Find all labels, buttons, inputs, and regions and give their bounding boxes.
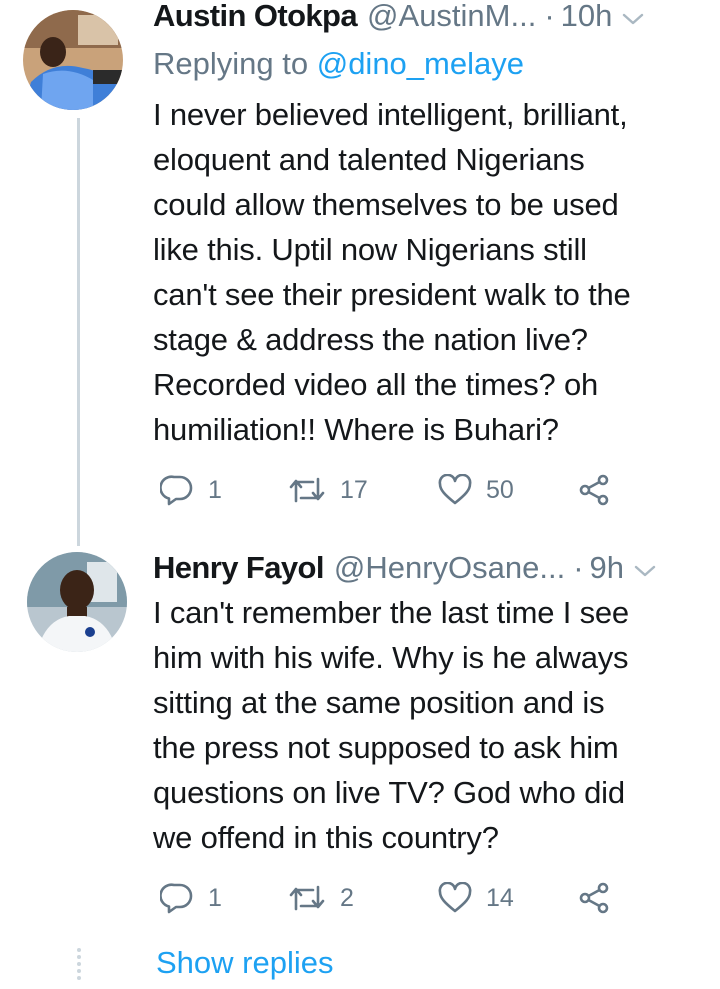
tweet-timestamp[interactable]: 10h [561, 0, 613, 36]
like-count: 14 [486, 883, 514, 912]
retweet-count: 17 [340, 475, 368, 504]
reply-icon [160, 474, 194, 506]
author-handle[interactable]: @HenryOsane... [334, 548, 565, 588]
avatar[interactable] [27, 552, 127, 652]
share-button[interactable] [578, 472, 610, 508]
retweet-button[interactable]: 2 [288, 880, 354, 916]
reply-icon [160, 882, 194, 914]
like-button[interactable]: 50 [438, 472, 514, 508]
author-name[interactable]: Henry Fayol [153, 548, 324, 588]
replying-to-mention[interactable]: @dino_melaye [317, 46, 524, 81]
replying-to-line: Replying to @dino_melaye [153, 44, 524, 84]
tweet-actions: 1 2 14 [160, 880, 620, 916]
share-icon [578, 882, 610, 914]
chevron-down-icon[interactable] [634, 548, 656, 588]
avatar[interactable] [23, 10, 123, 110]
share-icon [578, 474, 610, 506]
tweet-timestamp[interactable]: 9h [590, 548, 624, 588]
avatar-photo-image [23, 10, 123, 110]
reply-button[interactable]: 1 [160, 472, 222, 508]
tweet-actions: 1 17 50 [160, 472, 620, 508]
separator-dot: · [544, 0, 555, 33]
tweet-header: Austin Otokpa @AustinM... · 10h [153, 0, 708, 36]
more-replies-dots [75, 948, 82, 983]
tweet-text: I can't remember the last time I see him… [153, 595, 629, 855]
author-name[interactable]: Austin Otokpa [153, 0, 358, 36]
reply-count: 1 [208, 883, 222, 912]
chevron-down-icon[interactable] [622, 0, 644, 36]
retweet-icon [288, 883, 326, 913]
like-icon [438, 474, 472, 506]
thread-connector-line [77, 118, 80, 546]
like-button[interactable]: 14 [438, 880, 514, 916]
reply-button[interactable]: 1 [160, 880, 222, 916]
retweet-icon [288, 475, 326, 505]
avatar-photo-image [27, 552, 127, 652]
separator-dot: · [573, 550, 584, 585]
like-icon [438, 882, 472, 914]
tweet-text: I never believed intelligent, brilliant,… [153, 97, 631, 447]
author-handle[interactable]: @AustinM... [367, 0, 536, 36]
reply-count: 1 [208, 475, 222, 504]
share-button[interactable] [578, 880, 610, 916]
retweet-button[interactable]: 17 [288, 472, 368, 508]
retweet-count: 2 [340, 883, 354, 912]
like-count: 50 [486, 475, 514, 504]
tweet-header: Henry Fayol @HenryOsane... · 9h [153, 548, 708, 588]
show-replies-link[interactable]: Show replies [156, 943, 333, 983]
replying-to-label: Replying to [153, 46, 309, 81]
